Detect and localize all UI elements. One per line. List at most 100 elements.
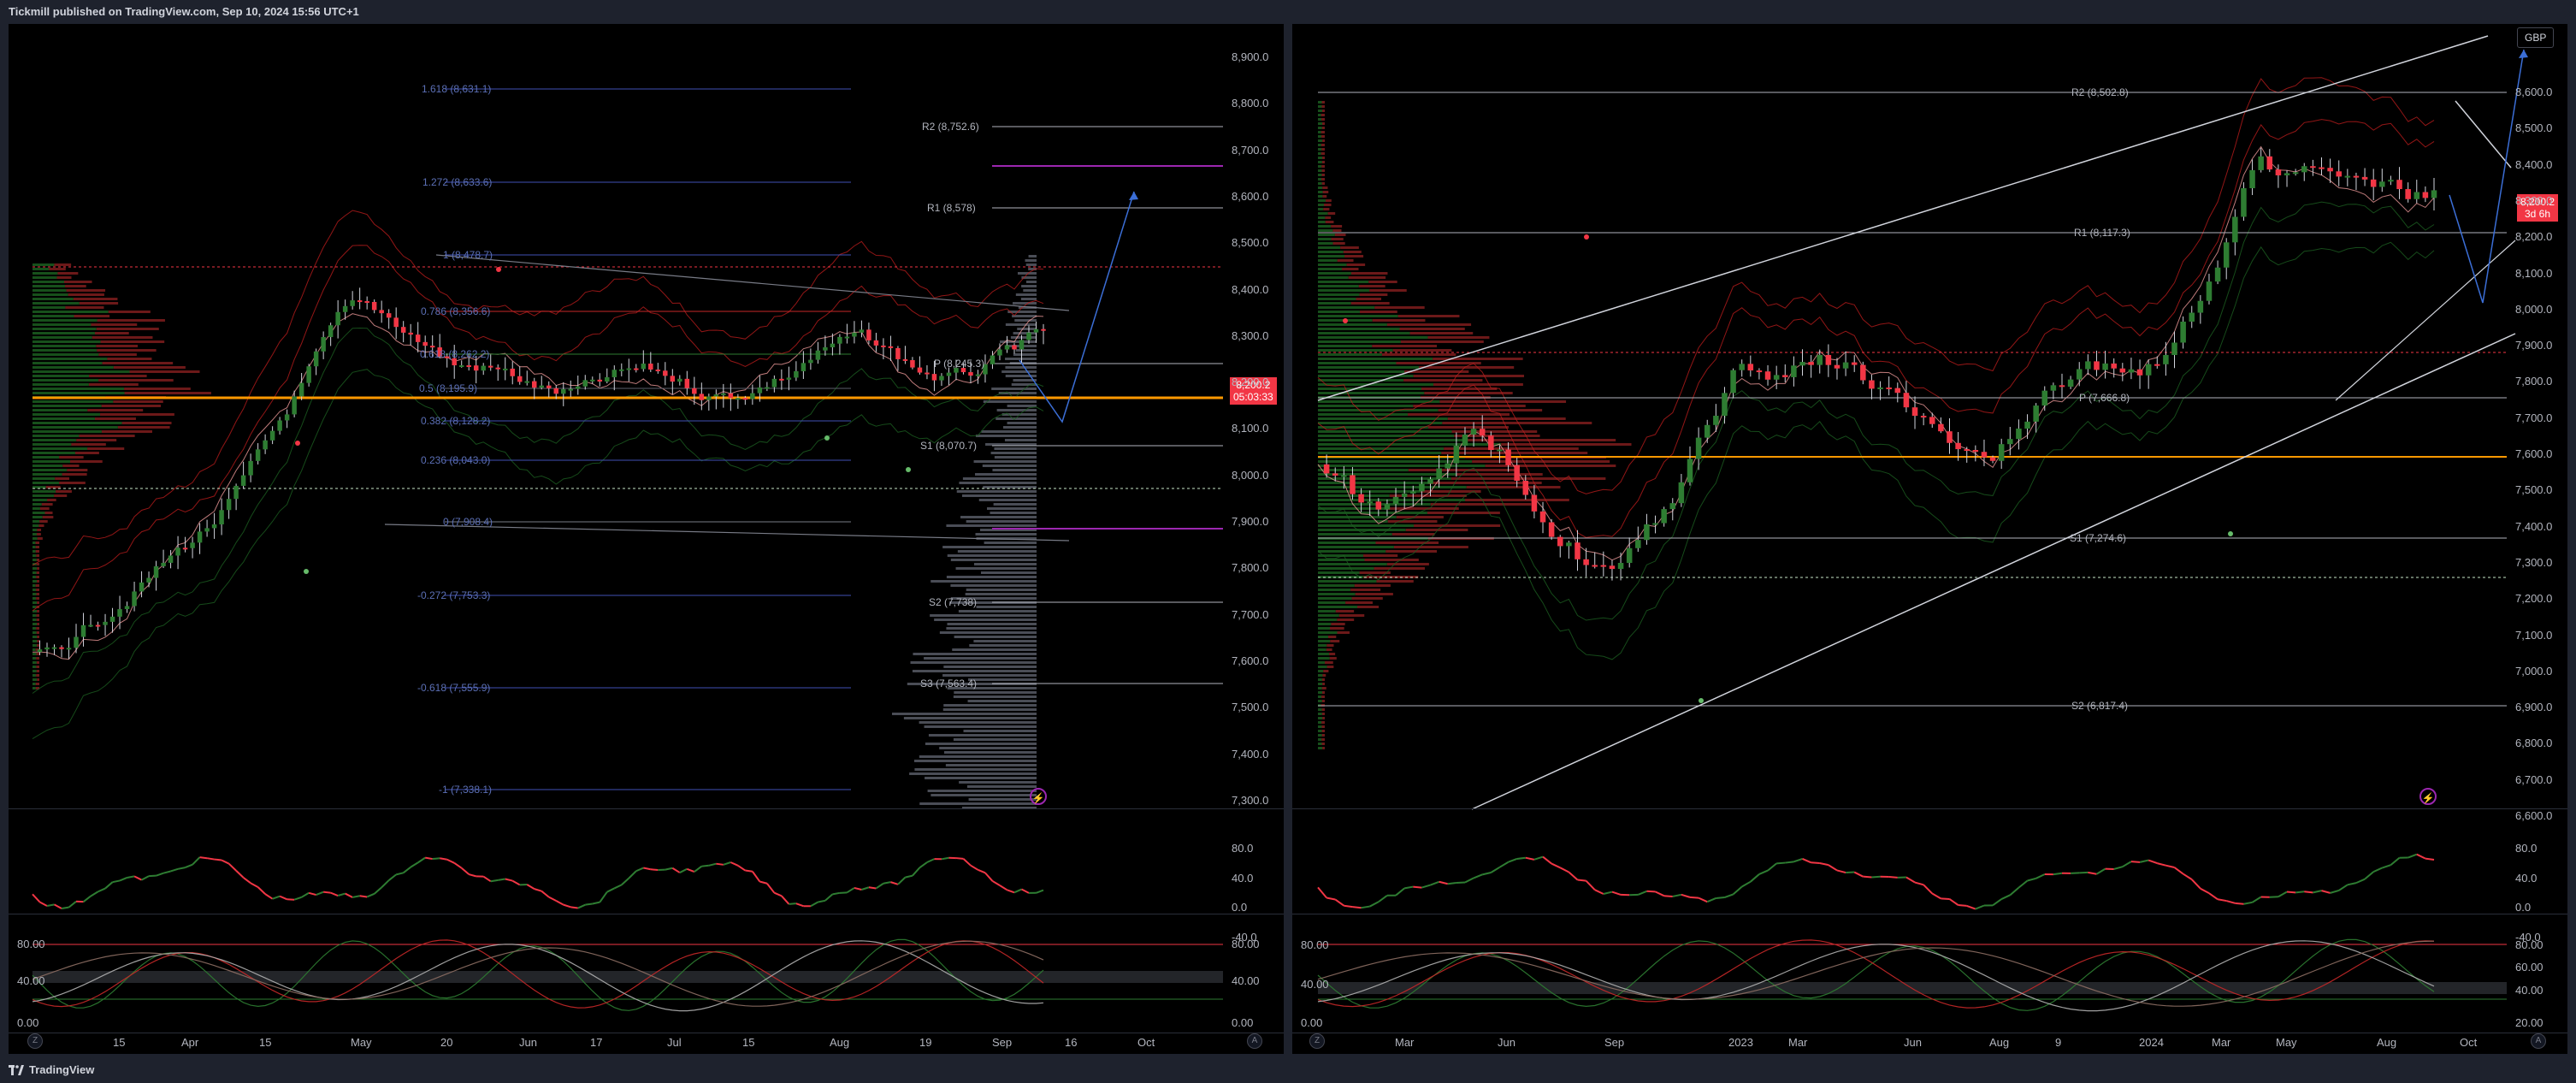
- volume-bar-neutral: [1025, 281, 1037, 283]
- auto-scale-icon[interactable]: A: [2531, 1033, 2546, 1049]
- time-tick-label: Sep: [992, 1036, 1013, 1049]
- left-chart-panel[interactable]: 8,200.2 05:03:33 ⚡ Z A 8,900.0 8,800.0 8,7…: [9, 24, 1284, 1054]
- volume-bar-up: [32, 289, 67, 292]
- volume-bar-down: [1342, 268, 1359, 270]
- volume-bar-up: [1318, 730, 1322, 732]
- volume-bar-down: [1400, 340, 1484, 343]
- candle-down: [881, 345, 886, 347]
- volume-bar-up: [32, 554, 37, 557]
- momentum-line: [716, 862, 724, 866]
- momentum-line: [1021, 888, 1030, 894]
- candle-down: [510, 368, 515, 376]
- volume-bar-neutral: [984, 542, 1037, 544]
- candlestick-series: [1323, 147, 2437, 703]
- volume-bar-neutral: [955, 567, 1037, 570]
- fib-level-label: -1 (7,338.1): [439, 784, 493, 796]
- volume-bar-down: [1334, 234, 1346, 236]
- candle-down: [553, 388, 559, 394]
- volume-bar-down: [1321, 713, 1325, 715]
- volume-bar-down: [1321, 122, 1325, 125]
- pane-separator[interactable]: [1292, 808, 2567, 809]
- candle-up: [66, 648, 72, 650]
- fib-level-label: 0 (7,908.4): [443, 516, 493, 528]
- momentum-line: [1923, 884, 1933, 895]
- volume-bar-up: [1318, 311, 1360, 313]
- momentum-line: [366, 892, 375, 898]
- momentum-line: [861, 886, 870, 891]
- volume-bar-down: [98, 379, 174, 382]
- pane-separator[interactable]: [9, 808, 1284, 809]
- momentum-line: [1007, 889, 1015, 894]
- volume-bar-neutral: [1028, 255, 1037, 257]
- lower-band: [32, 369, 1044, 740]
- volume-bar-down: [37, 537, 43, 540]
- price-tick-label: 7,600.0: [1232, 654, 1269, 667]
- volume-bar-down: [37, 623, 39, 625]
- momentum-line: [2018, 879, 2029, 889]
- candle-up: [269, 430, 275, 441]
- momentum-line: [162, 870, 171, 874]
- price-tick-label: 8,900.0: [1232, 50, 1269, 63]
- volume-bar-down: [35, 683, 39, 685]
- lightning-icon[interactable]: ⚡: [1030, 788, 1047, 805]
- time-tick-label: 15: [742, 1036, 755, 1049]
- momentum-line: [2408, 853, 2418, 859]
- pivot-level-label: S2 (6,817.4): [2071, 700, 2129, 712]
- volume-bar-down: [113, 400, 163, 403]
- volume-bar-neutral: [963, 730, 1037, 732]
- momentum-line: [585, 902, 593, 906]
- brand-name[interactable]: TradingView: [29, 1057, 94, 1083]
- candle-down: [95, 624, 101, 627]
- candle-down: [1955, 442, 1961, 450]
- volume-bar-down: [1409, 332, 1474, 334]
- volume-bar-down: [1321, 178, 1325, 180]
- volume-bar-up: [1318, 640, 1331, 642]
- candle-up: [1817, 354, 1823, 365]
- right-chart-panel[interactable]: GBP 8,200.2 3d 6h ⚡ Z A 8,600.0 8,500.0 8,…: [1292, 24, 2567, 1054]
- volume-bar-up: [1318, 747, 1323, 749]
- candle-down: [364, 301, 369, 304]
- volume-bar-up: [32, 618, 37, 621]
- candle-up: [190, 542, 195, 548]
- left-chart-canvas[interactable]: [9, 24, 1284, 1054]
- momentum-line: [1828, 864, 1838, 872]
- candle-up: [1019, 340, 1025, 350]
- volume-bar-down: [59, 456, 84, 459]
- volume-bar-down: [1322, 683, 1325, 685]
- price-tick-label: 8,200.0: [2515, 230, 2553, 244]
- candle-up: [975, 374, 981, 376]
- momentum-line: [883, 881, 891, 885]
- right-chart-canvas[interactable]: [1292, 24, 2567, 1054]
- momentum-line: [1689, 896, 1699, 899]
- momentum-line: [2278, 891, 2288, 898]
- volume-bar-up: [32, 328, 97, 330]
- volume-bar-neutral: [931, 794, 1037, 796]
- volume-bar-down: [1414, 524, 1501, 527]
- momentum-line: [941, 856, 949, 861]
- volume-bar-down: [76, 439, 117, 441]
- volume-bar-down: [87, 409, 144, 411]
- momentum-line: [1663, 895, 1673, 897]
- price-tick-label: 8,300.0: [2515, 193, 2553, 207]
- volume-bar-down: [47, 499, 56, 501]
- candle-up: [74, 636, 79, 648]
- zoom-reset-icon[interactable]: Z: [1309, 1033, 1325, 1049]
- price-tick-label: 7,500.0: [2515, 483, 2553, 497]
- momentum-line: [1439, 880, 1448, 885]
- volume-bar-neutral: [945, 764, 1037, 766]
- volume-bar-down: [1351, 597, 1383, 600]
- middle-band: [32, 313, 1044, 660]
- volume-bar-down: [73, 298, 118, 300]
- signal-dot: [1584, 234, 1589, 240]
- auto-scale-icon[interactable]: A: [1247, 1033, 1262, 1049]
- volume-bar-down: [1321, 148, 1325, 151]
- volume-bar-down: [101, 430, 152, 433]
- currency-button[interactable]: GBP: [2517, 27, 2555, 48]
- volume-bar-down: [37, 636, 39, 638]
- candle-up: [771, 378, 777, 388]
- lightning-icon[interactable]: ⚡: [2419, 788, 2437, 805]
- momentum-line: [854, 886, 862, 891]
- volume-bar-up: [1318, 687, 1322, 689]
- candle-up: [1773, 375, 1780, 380]
- zoom-reset-icon[interactable]: Z: [27, 1033, 43, 1049]
